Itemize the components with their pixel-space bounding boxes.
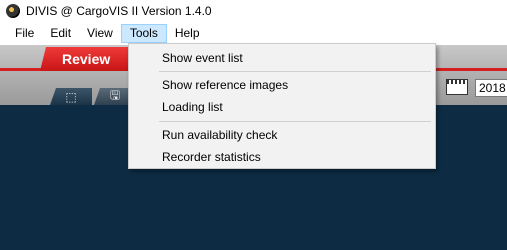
calendar-icon[interactable] [446,79,468,95]
title-bar: DIVIS @ CargoVIS II Version 1.4.0 [0,0,507,22]
menu-bar: File Edit View Tools Help [0,22,507,45]
tab-select-region[interactable]: ⬚ [50,88,92,105]
select-region-icon: ⬚ [65,89,77,104]
menu-item-run-availability-check[interactable]: Run availability check [129,124,435,146]
menu-help[interactable]: Help [167,24,208,43]
menu-edit[interactable]: Edit [42,24,79,43]
tools-dropdown-menu: Show event list Show reference images Lo… [128,43,436,169]
menu-separator [159,71,431,72]
year-field[interactable]: 2018 [475,79,507,97]
menu-separator [159,121,431,122]
menu-item-show-reference-images[interactable]: Show reference images [129,74,435,96]
review-tab[interactable]: Review [40,47,140,71]
app-window: DIVIS @ CargoVIS II Version 1.4.0 File E… [0,0,507,250]
menu-item-loading-list[interactable]: Loading list [129,96,435,118]
save-icon: 🖫 [109,88,121,102]
menu-view[interactable]: View [79,24,121,43]
app-logo-icon [6,4,20,18]
menu-file[interactable]: File [7,24,42,43]
window-title: DIVIS @ CargoVIS II Version 1.4.0 [26,4,212,18]
menu-tools[interactable]: Tools [120,24,167,43]
menu-item-recorder-statistics[interactable]: Recorder statistics [129,146,435,168]
menu-item-show-event-list[interactable]: Show event list [129,47,435,69]
